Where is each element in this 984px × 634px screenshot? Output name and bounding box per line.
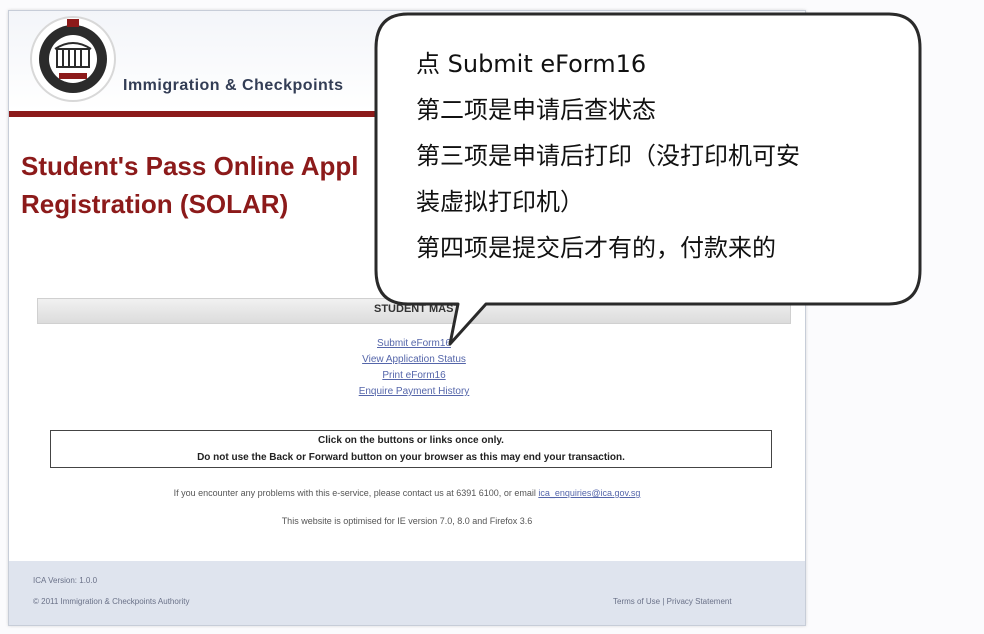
bubble-line-4: 装虚拟打印机） [416, 188, 584, 216]
bubble-line-1: 点 Submit eForm16 [416, 50, 647, 78]
terms-of-use-link[interactable]: Terms of Use [613, 597, 660, 606]
enquire-payment-history-link[interactable]: Enquire Payment History [309, 384, 519, 400]
speech-bubble: 点 Submit eForm16 第二项是申请后查状态 第三项是申请后打印（没打… [368, 8, 928, 378]
footer-separator: | [662, 597, 665, 606]
privacy-statement-link[interactable]: Privacy Statement [667, 597, 732, 606]
contact-info: If you encounter any problems with this … [9, 488, 805, 498]
footer-copyright: © 2011 Immigration & Checkpoints Authori… [33, 597, 190, 606]
contact-text: If you encounter any problems with this … [173, 488, 536, 498]
notice-line-1: Click on the buttons or links once only. [318, 435, 504, 446]
contact-email-link[interactable]: ica_enquiries@ica.gov.sg [538, 488, 640, 498]
bubble-line-5: 第四项是提交后才有的，付款来的 [416, 234, 776, 262]
notice-line-2: Do not use the Back or Forward button on… [197, 452, 625, 463]
bubble-line-2: 第二项是申请后查状态 [416, 96, 656, 124]
ica-logo [27, 13, 119, 105]
browser-compatibility-note: This website is optimised for IE version… [281, 516, 533, 526]
notice-box: Click on the buttons or links once only.… [50, 430, 772, 468]
agency-name: Immigration & Checkpoints [123, 77, 344, 94]
bubble-text: 点 Submit eForm16 第二项是申请后查状态 第三项是申请后打印（没打… [416, 41, 906, 271]
footer-links: Terms of Use | Privacy Statement [613, 597, 732, 606]
footer-version: ICA Version: 1.0.0 [33, 576, 98, 585]
bubble-line-3: 第三项是申请后打印（没打印机可安 [416, 142, 800, 170]
